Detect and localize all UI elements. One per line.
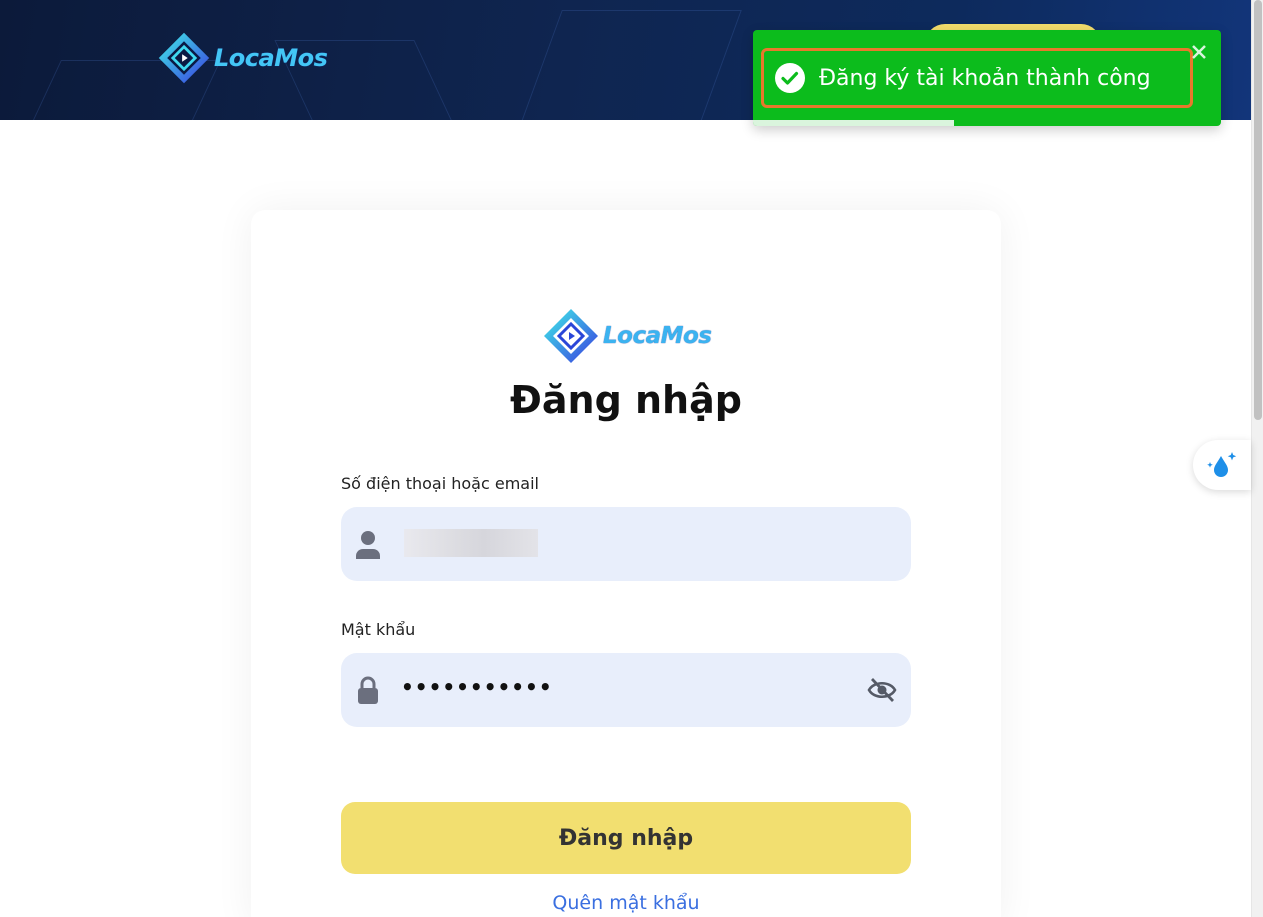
header-logo-text: LocaMos: [214, 44, 328, 72]
eye-off-icon[interactable]: [867, 677, 897, 703]
password-label: Mật khẩu: [341, 620, 416, 639]
scrollbar-thumb[interactable]: [1254, 0, 1262, 420]
close-icon[interactable]: [1189, 42, 1209, 62]
card-logo-text: LocaMos: [603, 323, 712, 349]
check-circle-icon: [775, 63, 805, 93]
user-icon: [356, 531, 380, 559]
water-drop-icon: [1207, 452, 1237, 477]
lock-icon: [358, 676, 378, 704]
header-decoration: [518, 10, 742, 120]
header-logo[interactable]: LocaMos: [156, 30, 328, 86]
toast-progress-bar: [753, 120, 955, 126]
phone-email-label: Số điện thoại hoặc email: [341, 474, 539, 493]
password-value: •••••••••••: [401, 675, 553, 699]
logo-mark-icon: [158, 32, 210, 84]
password-field[interactable]: •••••••••••: [341, 653, 911, 727]
login-card: LocaMos Đăng nhập Số điện thoại hoặc ema…: [251, 210, 1001, 917]
card-logo: LocaMos: [541, 306, 712, 366]
blurred-value: [404, 529, 538, 557]
login-button[interactable]: Đăng nhập: [341, 802, 911, 874]
phone-email-field[interactable]: [341, 507, 911, 581]
forgot-password-link[interactable]: Quên mật khẩu: [251, 892, 1001, 914]
toast-message-box: Đăng ký tài khoản thành công: [761, 48, 1193, 108]
page-title: Đăng nhập: [510, 378, 742, 422]
toast-message: Đăng ký tài khoản thành công: [819, 65, 1151, 91]
page-scrollbar[interactable]: [1251, 0, 1263, 917]
success-toast: Đăng ký tài khoản thành công: [753, 30, 1221, 126]
floating-water-button[interactable]: [1193, 440, 1251, 490]
logo-mark-icon: [544, 309, 598, 363]
